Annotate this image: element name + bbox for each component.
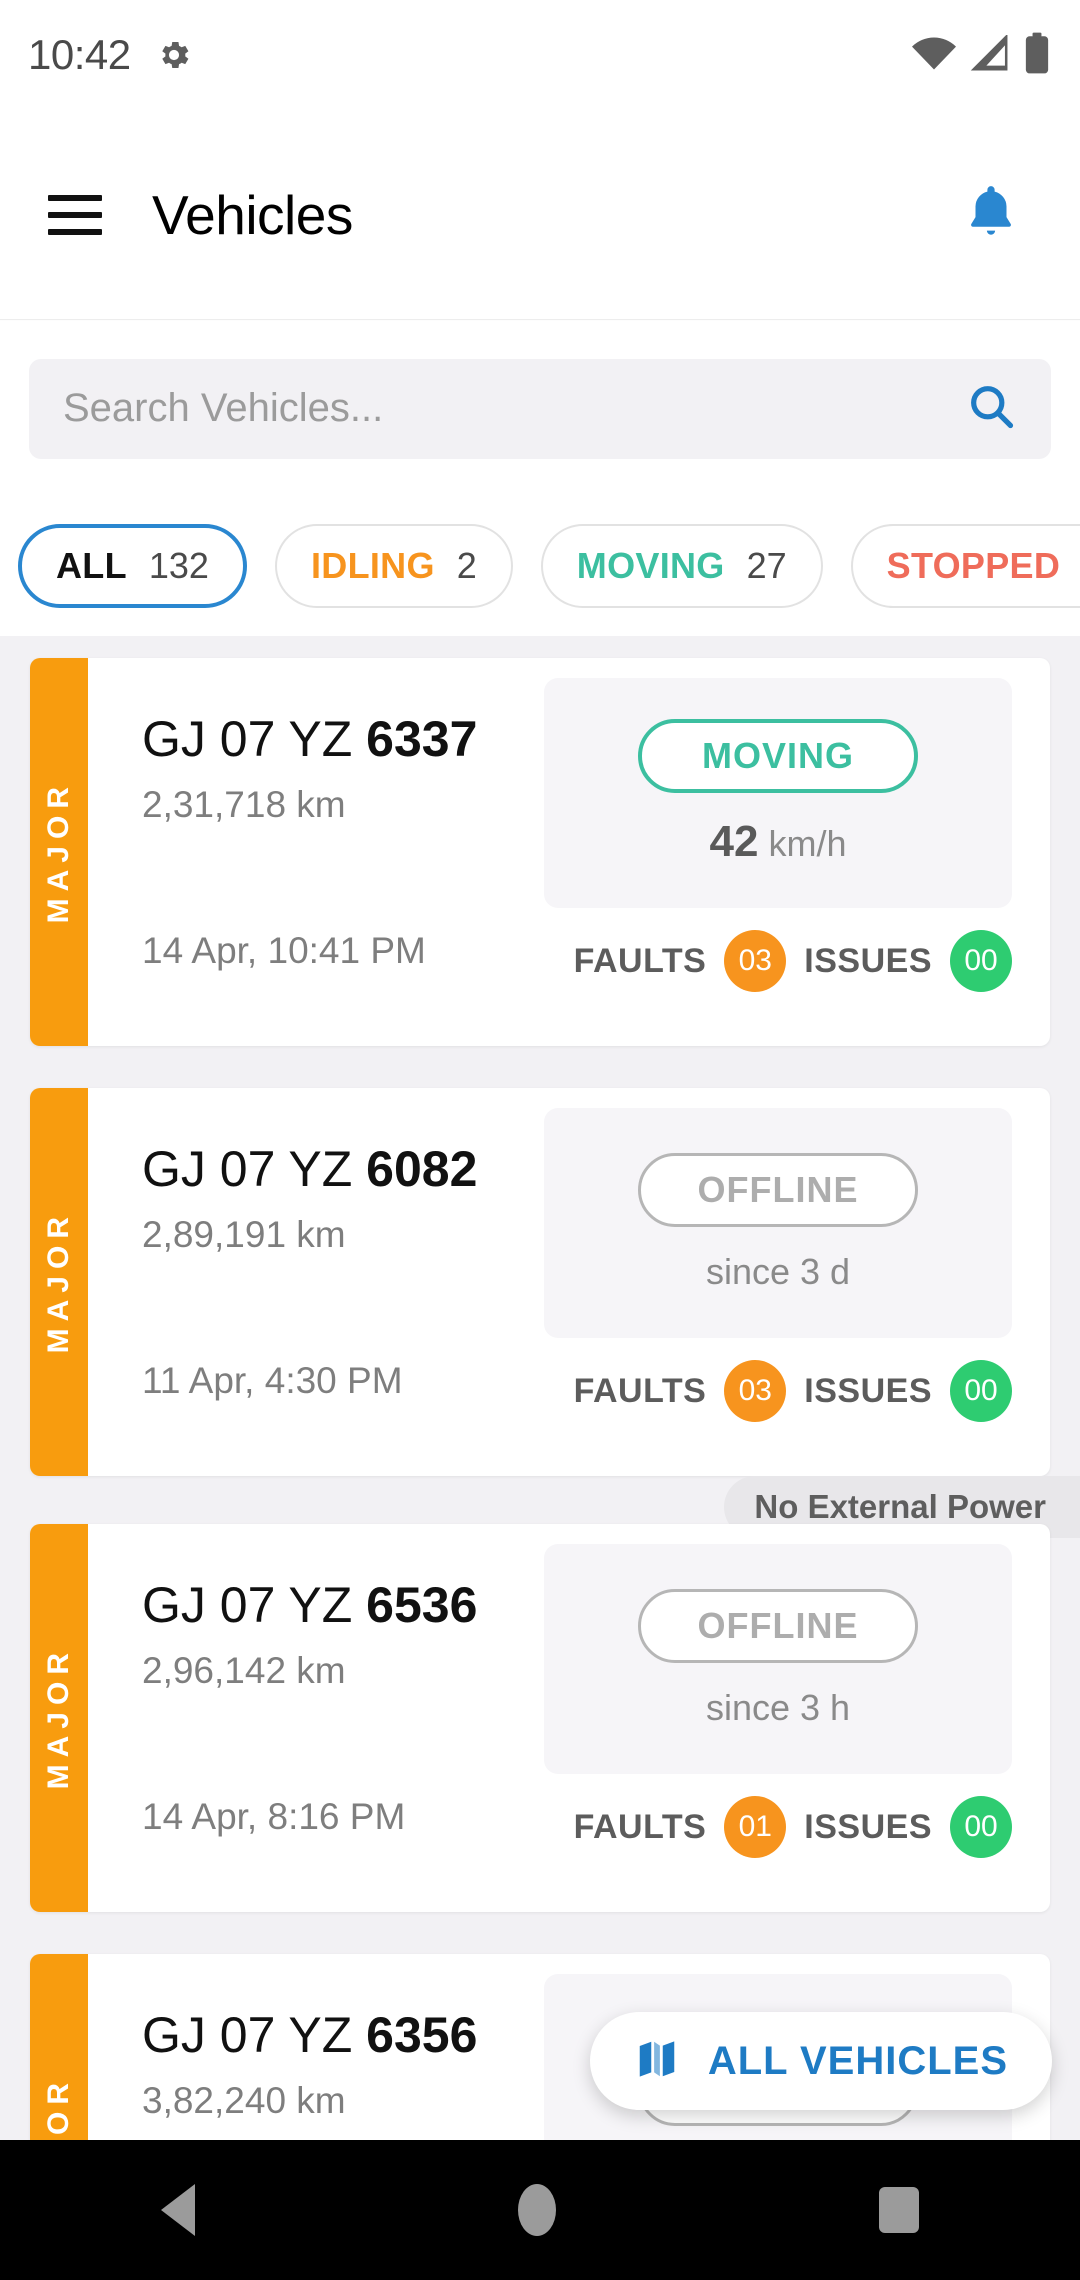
severity-label: MAJOR: [42, 1210, 75, 1354]
faults-count-badge: 03: [724, 1360, 787, 1422]
issues-count-badge: 00: [950, 1796, 1012, 1858]
signal-icon: [970, 33, 1010, 76]
filter-chip-label: ALL: [56, 545, 127, 586]
filter-chip-count: 132: [148, 545, 209, 586]
vehicle-plate: GJ 07 YZ 6082: [142, 1140, 477, 1198]
vehicle-offline-since: since 3 d: [705, 1251, 851, 1292]
vehicle-speed-unit: km/h: [758, 823, 847, 864]
search-icon[interactable]: [965, 380, 1017, 437]
filter-chip-label: MOVING: [576, 545, 725, 586]
plate-number: 6337: [366, 711, 478, 767]
issues-count-badge: 00: [950, 1360, 1012, 1422]
vehicle-card-body: GJ 07 YZ 6337 2,31,718 km 14 Apr, 10:41 PM…: [88, 658, 1050, 1046]
vehicle-card-body: GJ 07 YZ 6536 2,96,142 km 14 Apr, 8:16 PM O…: [88, 1524, 1050, 1912]
plate-prefix: GJ 07 YZ: [142, 711, 367, 767]
wifi-icon: [912, 36, 956, 75]
battery-icon: [1024, 32, 1050, 79]
vehicle-card[interactable]: MAJOR GJ 07 YZ 6337 2,31,718 km 14 Apr, 10:…: [30, 658, 1050, 1046]
search-bar[interactable]: [29, 358, 1051, 459]
filter-chip-moving[interactable]: MOVING 27: [540, 524, 823, 608]
severity-strip: MAJOR: [30, 1088, 88, 1476]
vehicle-odometer: 3,82,240 km: [142, 2080, 346, 2121]
vehicle-list[interactable]: MAJOR GJ 07 YZ 6337 2,31,718 km 14 Apr, 10:…: [0, 636, 1080, 2140]
vehicle-counters: FAULTS 03 ISSUES 00: [574, 930, 1012, 992]
filter-chip-count: 27: [746, 545, 787, 586]
recents-square-icon[interactable]: [878, 2187, 919, 2233]
plate-number: 6082: [366, 1141, 478, 1197]
vehicle-card[interactable]: MAJOR GJ 07 YZ 6082 2,89,191 km 11 Apr, 4:3…: [30, 1088, 1050, 1476]
status-bar: 10:42: [0, 0, 1080, 110]
vehicle-status-panel: OFFLINE since 3 h: [544, 1544, 1012, 1774]
issues-count-badge: 00: [950, 930, 1012, 992]
faults-label: FAULTS: [573, 1807, 707, 1846]
filter-chip-label: STOPPED: [886, 545, 1061, 586]
severity-strip: MAJOR: [30, 658, 88, 1046]
plate-prefix: GJ 07 YZ: [142, 2007, 367, 2063]
issues-label: ISSUES: [804, 1807, 932, 1846]
status-badge: OFFLINE: [638, 1589, 918, 1663]
severity-strip: MAJOR: [30, 1524, 88, 1912]
filter-chip-idling[interactable]: IDLING 2: [274, 524, 513, 608]
android-nav-bar[interactable]: [0, 2140, 1080, 2280]
vehicle-plate: GJ 07 YZ 6536: [142, 1576, 477, 1634]
gear-icon: [155, 36, 193, 74]
severity-label: MAJOR: [42, 780, 75, 924]
vehicle-timestamp: 14 Apr, 10:41 PM: [142, 930, 426, 971]
vehicle-counters: FAULTS 03 ISSUES 00: [574, 1360, 1012, 1422]
severity-label: MAJOR: [42, 2076, 76, 2140]
status-badge: MOVING: [638, 719, 918, 793]
faults-count-badge: 03: [724, 930, 787, 992]
filter-chip-all[interactable]: ALL 132: [18, 524, 247, 608]
vehicle-offline-since: since 3 h: [705, 1687, 851, 1728]
home-circle-icon[interactable]: [517, 2184, 556, 2236]
vehicle-counters: FAULTS 01 ISSUES 00: [574, 1796, 1012, 1858]
severity-strip: MAJOR: [30, 1954, 88, 2140]
filter-chip-row[interactable]: ALL 132 IDLING 2 MOVING 27 STOPPED4: [0, 496, 1080, 636]
vehicle-odometer: 2,96,142 km: [142, 1650, 346, 1691]
vehicle-timestamp: 14 Apr, 8:16 PM: [142, 1796, 406, 1837]
vehicle-card-wrapper: MAJOR GJ 07 YZ 6082 2,89,191 km 11 Apr, 4:3…: [0, 1088, 1080, 1476]
plate-number: 6356: [366, 2007, 478, 2063]
vehicle-status-panel: OFFLINE since 3 d: [544, 1108, 1012, 1338]
search-input[interactable]: [63, 386, 965, 431]
severity-label: MAJOR: [42, 1646, 75, 1790]
vehicle-card-wrapper: MAJOR GJ 07 YZ 6337 2,31,718 km 14 Apr, 10:…: [0, 658, 1080, 1046]
vehicle-card[interactable]: MAJOR GJ 07 YZ 6536 2,96,142 km 14 Apr, 8:1…: [30, 1524, 1050, 1912]
status-bar-indicators: [912, 32, 1050, 79]
fab-label: ALL VEHICLES: [707, 2038, 1008, 2083]
faults-count-badge: 01: [724, 1796, 787, 1858]
faults-label: FAULTS: [573, 941, 707, 980]
plate-prefix: GJ 07 YZ: [142, 1577, 367, 1633]
vehicle-plate: GJ 07 YZ 6337: [142, 710, 477, 768]
vehicle-odometer: 2,89,191 km: [142, 1214, 346, 1255]
status-badge: OFFLINE: [638, 1153, 918, 1227]
app-root: 10:42 Vehicles Search Vehicles... ALL 13…: [0, 0, 1080, 2280]
bell-icon[interactable]: [960, 181, 1022, 248]
vehicle-card-wrapper: No External Power MAJOR GJ 07 YZ 6536 2,96,…: [0, 1476, 1080, 1912]
filter-chip-label: IDLING: [310, 545, 435, 586]
vehicle-card-body: GJ 07 YZ 6082 2,89,191 km 11 Apr, 4:30 PM O…: [88, 1088, 1050, 1476]
plate-prefix: GJ 07 YZ: [142, 1141, 367, 1197]
vehicle-status-panel: MOVING 42 km/h: [544, 678, 1012, 908]
vehicle-speed-value: 42: [709, 817, 759, 866]
back-triangle-icon[interactable]: [161, 2184, 196, 2236]
vehicle-plate: GJ 07 YZ 6356: [142, 2006, 477, 2064]
vehicle-timestamp: 11 Apr, 4:30 PM: [142, 1360, 403, 1401]
status-substatus: 42 km/h: [710, 817, 847, 867]
app-bar: Vehicles: [0, 110, 1080, 320]
map-icon: [634, 2036, 680, 2087]
vehicle-odometer: 2,31,718 km: [142, 784, 346, 825]
all-vehicles-fab[interactable]: ALL VEHICLES: [589, 2012, 1052, 2110]
faults-label: FAULTS: [573, 1371, 707, 1410]
search-section: [0, 321, 1080, 496]
status-bar-clock: 10:42: [28, 31, 131, 78]
plate-number: 6536: [366, 1577, 478, 1633]
hamburger-menu-icon[interactable]: [48, 194, 102, 235]
filter-chip-stopped[interactable]: STOPPED4: [850, 524, 1080, 608]
filter-chip-count: 2: [456, 545, 477, 586]
issues-label: ISSUES: [804, 941, 932, 980]
page-title: Vehicles: [152, 183, 353, 246]
issues-label: ISSUES: [804, 1371, 932, 1410]
